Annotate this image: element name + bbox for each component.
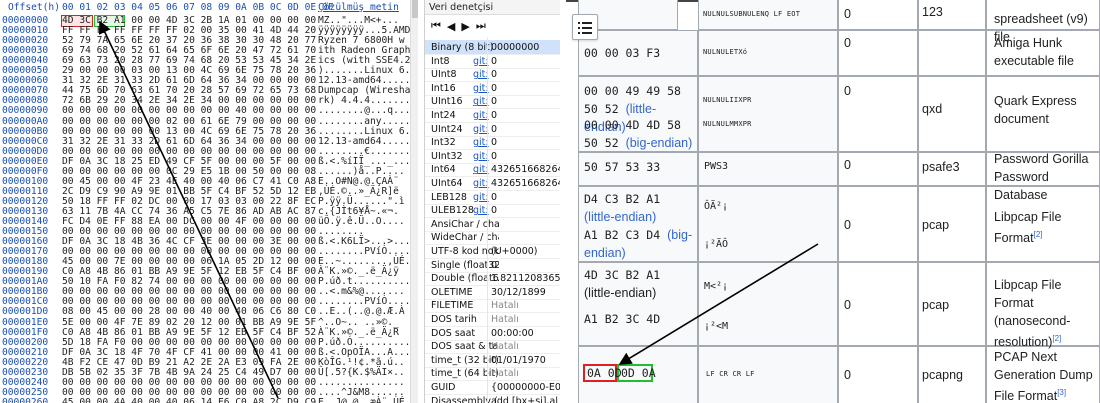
hex-signature-red: 0A 0D: [587, 366, 622, 380]
inspector-label: Disassembly (x8: [431, 395, 499, 403]
cell: [918, 30, 986, 76]
hex-signature-green: 0D 0A: [621, 366, 656, 380]
first-record-icon[interactable]: ⏮: [431, 19, 441, 33]
last-record-icon[interactable]: ⏭: [476, 19, 486, 33]
ascii-repr: PWS3: [704, 161, 729, 172]
offset-header: Offset(h): [8, 2, 60, 13]
extension: qxd: [922, 102, 943, 116]
list-icon-dot: [578, 27, 580, 29]
column-header: 00 01 02 03 04 05 06 07 08 09 0A 0B 0C 0…: [62, 2, 334, 13]
list-icon-line: [582, 32, 592, 34]
reference-link[interactable]: [2]: [1052, 334, 1061, 343]
hex-scrollbar[interactable]: [410, 0, 418, 403]
inspector-value[interactable]: add [bx+si],al: [491, 394, 558, 403]
desc-text: Libpcap File Format: [994, 210, 1062, 246]
list-icon-dot: [578, 22, 580, 24]
sig-bytes: D4 C3 B2 A1: [584, 192, 661, 206]
sig-bytes: 4D 3C B2 A1: [584, 268, 661, 282]
reference-link[interactable]: [2]: [1034, 230, 1043, 239]
offset-value: 0: [844, 368, 851, 382]
next-record-icon[interactable]: ▶: [461, 20, 469, 33]
offset-value: 0: [844, 218, 851, 232]
ascii-repr: LF CR CR LF: [706, 370, 755, 378]
offset-value: 0: [844, 158, 851, 172]
hex-signature-2: A1 B2 C3 D4 (big-endian): [584, 226, 696, 262]
endian-link[interactable]: (little-endian): [584, 210, 656, 224]
offset-value: 0: [844, 84, 851, 98]
decoded-text-header: Çözülmüş metin: [318, 2, 399, 13]
ascii-repr: NULNULIIXPR: [703, 96, 752, 104]
inspector-title: Veri denetçisi: [425, 0, 560, 15]
data-inspector-panel[interactable]: Veri denetçisi ⏮ ◀ ▶ ⏭ Binary (8 bit) 000…: [424, 0, 560, 403]
description: Libpcap File Format (nanosecond-resoluti…: [994, 276, 1098, 351]
description: Password Gorilla Password Database: [994, 152, 1089, 202]
ascii-repr: NULNULSUBNULENQ LF EOT: [703, 10, 801, 18]
offset-value: 0: [844, 36, 851, 50]
offset-value: 0: [844, 298, 851, 312]
ascii-repr: M<²¡: [704, 281, 729, 292]
inspector-row[interactable]: Disassembly (x8add [bx+si],al: [425, 394, 560, 403]
extension: psafe3: [922, 160, 960, 174]
ascii-repr-2: ¡²ÃÔ: [704, 239, 729, 250]
description: Amiga Hunk executable file: [994, 36, 1074, 68]
sig-bytes: A1 B2 C3 D4: [584, 228, 661, 242]
list-icon-line: [582, 27, 592, 29]
row-bytes[interactable]: 45 00 00 4A 40 00 40 06 14 E6 C0 A8 2C D…: [62, 396, 316, 403]
row-decoded-text[interactable]: E..J@.@..æÀ¨,ÙÉ: [318, 396, 405, 403]
hex-signature: 50 57 53 33: [584, 160, 661, 174]
hex-signature: 4D 3C B2 A1 (little-endian): [584, 266, 696, 302]
endian-note: (little-endian): [584, 286, 657, 300]
extension: pcap: [922, 218, 950, 232]
description: Libpcap File Format[2]: [994, 208, 1094, 247]
scrollbar-thumb[interactable]: [412, 0, 418, 18]
description: Quark Express document: [994, 94, 1077, 126]
extension: pcap: [922, 298, 950, 312]
cell: [698, 76, 838, 152]
list-icon-dot: [578, 32, 580, 34]
ascii-repr-2: ¡²<M: [704, 321, 729, 332]
ascii-repr: NULNULETXó: [703, 48, 748, 56]
inspector-nav: ⏮ ◀ ▶ ⏭: [425, 15, 560, 37]
wiki-signature-table: NULNULSUBNULENQ LF EOT 0 123 spreadsheet…: [566, 0, 1100, 403]
hex-signature-2: 00 00 4D 4D 58 50 52 (big-endian): [584, 116, 696, 152]
reference-link[interactable]: [3]: [1057, 388, 1066, 397]
toc-list-button[interactable]: [572, 14, 598, 40]
hex-editor-panel[interactable]: Offset(h) 00 01 02 03 04 05 06 07 08 09 …: [0, 0, 418, 403]
previous-record-icon[interactable]: ◀: [447, 20, 455, 33]
hex-signature: D4 C3 B2 A1 (little-endian): [584, 190, 696, 226]
ascii-repr: ÔÃ²¡: [704, 201, 729, 212]
extension: 123: [922, 5, 943, 19]
row-offset: 00000260: [2, 396, 49, 403]
extension: pcapng: [922, 368, 964, 382]
hex-signature: 00 00 03 F3: [584, 46, 661, 60]
list-icon-line: [582, 22, 592, 24]
description: PCAP Next Generation Dump File Format[3]: [994, 348, 1098, 403]
desc-text: PCAP Next Generation Dump File Format: [994, 350, 1093, 403]
inspector-divider: [487, 37, 488, 403]
endian-link[interactable]: (big-endian): [626, 136, 693, 150]
hex-signature-2: A1 B2 3C 4D: [584, 312, 661, 326]
ascii-repr-2: NULNULMMXPR: [703, 120, 752, 128]
offset-value: 0: [844, 7, 851, 21]
hex-header: Offset(h) 00 01 02 03 04 05 06 07 08 09 …: [0, 2, 418, 14]
